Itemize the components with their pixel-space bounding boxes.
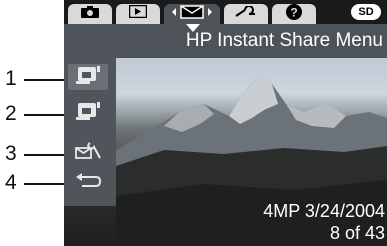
callout-2: 2 bbox=[2, 103, 68, 125]
callout-number: 4 bbox=[5, 171, 17, 194]
callout-number: 2 bbox=[5, 102, 17, 125]
callout-column: 1 2 3 4 bbox=[0, 0, 70, 246]
callout-number: 3 bbox=[5, 142, 17, 165]
menu-item-4[interactable] bbox=[68, 170, 108, 196]
camera-lcd-screen: ? SD HP Instant Share Menu 4MP 3/24/2004… bbox=[64, 0, 387, 246]
image-info: 4MP 3/24/2004 bbox=[263, 201, 385, 221]
callout-3: 3 bbox=[2, 143, 68, 165]
printer-icon bbox=[74, 101, 102, 126]
share-envelope-icon bbox=[170, 4, 214, 25]
image-status: 4MP 3/24/2004 8 of 43 bbox=[263, 200, 385, 244]
callout-line bbox=[24, 79, 68, 81]
return-arrow-icon bbox=[74, 171, 102, 196]
menu-item-1[interactable] bbox=[68, 64, 108, 90]
tab-help[interactable]: ? bbox=[272, 3, 316, 25]
callout-1: 1 bbox=[2, 68, 68, 90]
tab-instant-share[interactable] bbox=[164, 4, 220, 24]
printer-icon bbox=[74, 65, 102, 90]
menu-item-3[interactable] bbox=[68, 140, 108, 166]
menu-title: HP Instant Share Menu bbox=[185, 30, 383, 51]
setup-wrench-icon bbox=[235, 5, 257, 23]
share-menu-panel bbox=[64, 58, 116, 206]
playback-icon bbox=[128, 4, 148, 23]
help-icon: ? bbox=[286, 3, 302, 25]
callout-line bbox=[24, 114, 68, 116]
callout-4: 4 bbox=[2, 172, 68, 194]
callout-line bbox=[24, 183, 68, 185]
callout-line bbox=[24, 154, 68, 156]
svg-text:?: ? bbox=[290, 5, 297, 19]
callout-number: 1 bbox=[5, 67, 17, 90]
tab-playback[interactable] bbox=[116, 4, 160, 24]
sd-card-badge: SD bbox=[351, 4, 381, 20]
tab-setup[interactable] bbox=[224, 4, 268, 24]
camera-icon bbox=[81, 5, 99, 23]
image-counter: 8 of 43 bbox=[329, 223, 385, 243]
tab-capture[interactable] bbox=[68, 4, 112, 24]
menu-item-2[interactable] bbox=[68, 100, 108, 126]
envelope-wrench-icon bbox=[74, 141, 102, 166]
